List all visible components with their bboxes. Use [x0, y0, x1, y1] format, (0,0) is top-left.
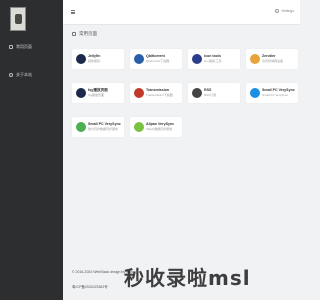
site-logo-icon: [192, 54, 202, 64]
site-card[interactable]: Zerotier 访问局域网设备: [246, 49, 298, 69]
sidebar-item-label: 常用页面: [16, 44, 32, 49]
site-card-name: Qbittorrent: [146, 54, 165, 58]
info-icon: [9, 73, 13, 77]
site-card[interactable]: Qbittorrent Qbittorrent下载器...: [130, 49, 182, 69]
site-card[interactable]: RSS RSS订阅: [188, 83, 240, 103]
site-logo-icon: [192, 88, 202, 98]
site-logo-icon: [76, 88, 86, 98]
menu-icon[interactable]: [71, 10, 75, 14]
site-card-name: Zerotier: [262, 54, 276, 58]
site-card-name: Jellyfin: [88, 54, 101, 58]
site-card-name: Transmission: [146, 88, 170, 92]
site-card-name: RSS: [204, 88, 212, 92]
site-card-desc: icon图标工具: [204, 59, 222, 63]
site-card-desc: 微力同步数据同步服务: [88, 127, 119, 131]
site-card-desc: RSS订阅: [204, 93, 217, 97]
site-logo-icon: [134, 122, 144, 132]
site-card-desc: Small PC VerySync: [262, 93, 289, 97]
site-logo-icon: [250, 54, 260, 64]
site-card[interactable]: Small PC VerySync Small PC VerySync: [246, 83, 298, 103]
section-title: 常用页面: [72, 31, 97, 37]
site-card[interactable]: Small PC VerySync 微力同步数据同步服务: [72, 117, 124, 137]
gear-icon: [275, 9, 280, 13]
sidebar-item-about[interactable]: 关于本站: [9, 72, 32, 78]
site-card-desc: fqy播放页面: [88, 93, 105, 97]
site-logo-icon: [134, 88, 144, 98]
settings-label: Settings: [281, 9, 294, 13]
sidebar-item-common-pages[interactable]: 常用页面: [9, 44, 32, 50]
site-logo-icon: [134, 54, 144, 64]
sidebar: 常用页面 关于本站: [0, 0, 63, 300]
footer-icp[interactable]: 粤ICP备2024023362号: [72, 285, 108, 290]
tag-icon: [72, 32, 76, 36]
site-card-name: Small PC VerySync: [88, 122, 121, 126]
star-icon: [9, 45, 13, 49]
site-card-name: Small PC VerySync: [262, 88, 295, 92]
site-card-desc: 媒体服务...: [88, 59, 103, 63]
site-card-name: icon tools: [204, 54, 221, 58]
site-card[interactable]: Jellyfin 媒体服务...: [72, 49, 124, 69]
site-card[interactable]: fqy播放页面 fqy播放页面: [72, 83, 124, 103]
site-card-name: Allpan VerySync: [146, 122, 175, 126]
site-card[interactable]: Transmission Transmission下载器: [130, 83, 182, 103]
site-logo-icon: [76, 54, 86, 64]
site-card-desc: Transmission下载器: [146, 93, 173, 97]
site-card-desc: Allpan数据同步服务: [146, 127, 173, 131]
site-logo-icon: [250, 88, 260, 98]
section-title-text: 常用页面: [79, 31, 97, 36]
topbar: Settings: [63, 0, 300, 25]
site-logo-icon: [76, 122, 86, 132]
settings-button[interactable]: Settings: [275, 9, 294, 13]
site-card-desc: 访问局域网设备: [262, 59, 284, 63]
site-card-desc: Qbittorrent下载器...: [146, 59, 172, 63]
site-card[interactable]: icon tools icon图标工具: [188, 49, 240, 69]
sidebar-item-label: 关于本站: [16, 72, 32, 77]
watermark-text: 秒收录啦msl: [124, 266, 251, 290]
avatar[interactable]: [10, 7, 26, 31]
site-card[interactable]: Allpan VerySync Allpan数据同步服务: [130, 117, 182, 137]
